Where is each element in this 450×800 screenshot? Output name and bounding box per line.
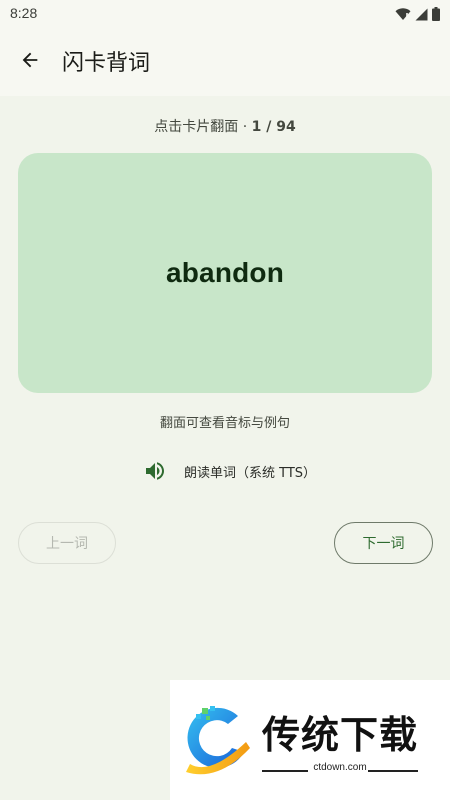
- prev-word-button[interactable]: 上一词: [18, 522, 116, 564]
- status-bar: 8:28: [0, 0, 450, 28]
- app-bar: 闪卡背词: [0, 28, 450, 96]
- watermark-divider-left: [262, 770, 308, 772]
- status-icons: [395, 6, 440, 25]
- speaker-icon: [142, 458, 168, 484]
- progress-count: 1 / 94: [251, 119, 296, 135]
- signal-icon: [415, 6, 428, 25]
- wifi-icon: [395, 6, 411, 25]
- status-time: 8:28: [10, 5, 38, 21]
- watermark-title: 传统下载: [262, 713, 419, 757]
- tts-button[interactable]: 朗读单词（系统 TTS）: [142, 458, 316, 484]
- card-word: abandon: [165, 257, 285, 288]
- progress-prefix: 点击卡片翻面 ·: [154, 119, 252, 135]
- tts-label: 朗读单词（系统 TTS）: [184, 465, 317, 481]
- next-word-button[interactable]: 下一词: [334, 522, 433, 564]
- page-title: 闪卡背词: [62, 51, 151, 76]
- flash-card[interactable]: abandon: [18, 153, 432, 393]
- back-button[interactable]: [14, 46, 46, 78]
- battery-icon: [432, 6, 440, 25]
- watermark-divider-right: [368, 770, 418, 772]
- progress-indicator: 点击卡片翻面 · 1 / 94: [0, 116, 450, 136]
- watermark-url: ctdown.com: [313, 762, 367, 773]
- watermark: 传统下载 ctdown.com: [170, 680, 450, 800]
- flip-hint: 翻面可查看音标与例句: [159, 416, 290, 431]
- watermark-logo-icon: [180, 702, 256, 778]
- arrow-back-icon: [19, 49, 41, 75]
